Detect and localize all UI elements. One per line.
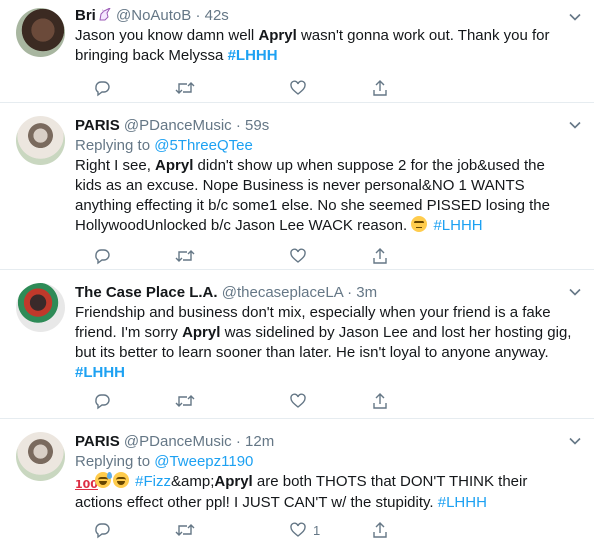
separator-dot: · (347, 284, 353, 301)
avatar[interactable] (16, 8, 65, 57)
chevron-down-icon[interactable] (568, 285, 582, 299)
avatar[interactable] (16, 283, 65, 332)
retweet-icon (175, 79, 195, 97)
text-fragment: &amp; (171, 473, 215, 490)
like-button[interactable] (289, 391, 307, 411)
share-button[interactable] (371, 391, 389, 411)
replying-to-label: Replying to (75, 453, 151, 470)
tweet-header: Bri @NoAutoB · 42s (75, 6, 574, 26)
heart-icon (289, 247, 307, 265)
share-icon (371, 521, 389, 539)
reply-button[interactable] (93, 246, 111, 266)
avatar[interactable] (16, 116, 65, 165)
bold-text: Apryl (214, 473, 253, 490)
separator-dot: · (235, 117, 241, 134)
reply-icon (93, 392, 111, 410)
retweet-icon (175, 247, 195, 265)
bold-text: Apryl (155, 157, 194, 174)
bold-text: Apryl (182, 324, 221, 341)
timestamp[interactable]: 42s (205, 7, 229, 24)
tweet[interactable]: The Case Place L.A. @thecaseplaceLA · 3m… (0, 271, 594, 419)
reply-button[interactable] (93, 391, 111, 411)
like-button[interactable] (289, 78, 307, 98)
like-count: 1 (313, 522, 321, 538)
retweet-button[interactable] (175, 391, 195, 411)
bold-text: Apryl (258, 27, 297, 44)
grinning-face-icon (113, 472, 129, 488)
timestamp[interactable]: 59s (245, 117, 269, 134)
retweet-icon (175, 392, 195, 410)
hashtag-link[interactable]: #LHHH (433, 217, 482, 234)
text-fragment: Right I see, (75, 157, 156, 174)
share-button[interactable] (371, 246, 389, 266)
tweet-header: PARIS @PDanceMusic · 12m (75, 432, 574, 452)
chevron-down-icon[interactable] (568, 10, 582, 24)
separator-dot: · (195, 7, 201, 24)
unamused-face-icon (411, 216, 428, 232)
unicorn-icon (98, 6, 112, 21)
author-handle[interactable]: @PDanceMusic (124, 117, 232, 134)
author-handle[interactable]: @PDanceMusic (124, 433, 232, 450)
timestamp[interactable]: 3m (356, 284, 377, 301)
separator-dot: · (235, 433, 241, 450)
heart-icon (289, 79, 307, 97)
replying-to: Replying to @5ThreeQTee (75, 136, 574, 156)
retweet-button[interactable] (175, 246, 195, 266)
share-icon (371, 392, 389, 410)
hashtag-link[interactable]: #Fizz (135, 473, 171, 490)
replying-to-label: Replying to (75, 137, 151, 154)
author-name[interactable]: The Case Place L.A. (75, 284, 218, 301)
author-name[interactable]: PARIS (75, 117, 120, 134)
chevron-down-icon[interactable] (568, 118, 582, 132)
author-name[interactable]: PARIS (75, 433, 120, 450)
share-button[interactable] (371, 520, 389, 540)
author-handle[interactable]: @NoAutoB (116, 7, 191, 24)
tweet-header: PARIS @PDanceMusic · 59s (75, 116, 574, 136)
retweet-button[interactable] (175, 520, 195, 540)
replying-to-mention[interactable]: @5ThreeQTee (154, 137, 253, 154)
tweet-text: 100 #Fizz&amp;Apryl are both THOTS that … (75, 472, 574, 513)
like-button[interactable] (289, 246, 307, 266)
tweet-text: Right I see, Apryl didn't show up when s… (75, 156, 574, 236)
tweet-text: Friendship and business don't mix, espec… (75, 303, 574, 383)
hashtag-link[interactable]: #LHHH (228, 47, 278, 64)
tweet[interactable]: PARIS @PDanceMusic · 59s Replying to @5T… (0, 104, 594, 270)
text-fragment: Jason you know damn well (75, 27, 259, 44)
reply-icon (93, 521, 111, 539)
tweet[interactable]: Bri @NoAutoB · 42s Jason you know damn w… (0, 0, 594, 103)
tweet-feed: Bri @NoAutoB · 42s Jason you know damn w… (0, 0, 594, 542)
reply-button[interactable] (93, 520, 111, 540)
author-name[interactable]: Bri (75, 7, 96, 24)
tweet-text: Jason you know damn well Apryl wasn't go… (75, 26, 574, 66)
heart-icon (289, 392, 307, 410)
tweet[interactable]: PARIS @PDanceMusic · 12m Replying to @Tw… (0, 420, 594, 542)
tweet-header: The Case Place L.A. @thecaseplaceLA · 3m (75, 283, 574, 303)
hashtag-link[interactable]: #LHHH (438, 494, 487, 511)
timestamp[interactable]: 12m (245, 433, 274, 450)
share-button[interactable] (371, 78, 389, 98)
avatar[interactable] (16, 432, 65, 481)
chevron-down-icon[interactable] (568, 434, 582, 448)
author-handle[interactable]: @thecaseplaceLA (222, 284, 343, 301)
heart-icon (289, 521, 307, 539)
replying-to: Replying to @Tweepz1190 (75, 452, 574, 472)
reply-icon (93, 79, 111, 97)
share-icon (371, 79, 389, 97)
hundred-points-icon: 100 (75, 478, 98, 491)
hashtag-link[interactable]: #LHHH (75, 364, 125, 381)
retweet-button[interactable] (175, 78, 195, 98)
like-button[interactable]: 1 (289, 520, 320, 540)
grinning-sweat-icon (95, 472, 112, 488)
share-icon (371, 247, 389, 265)
replying-to-mention[interactable]: @Tweepz1190 (154, 453, 253, 470)
retweet-icon (175, 521, 195, 539)
reply-button[interactable] (93, 78, 111, 98)
reply-icon (93, 247, 111, 265)
